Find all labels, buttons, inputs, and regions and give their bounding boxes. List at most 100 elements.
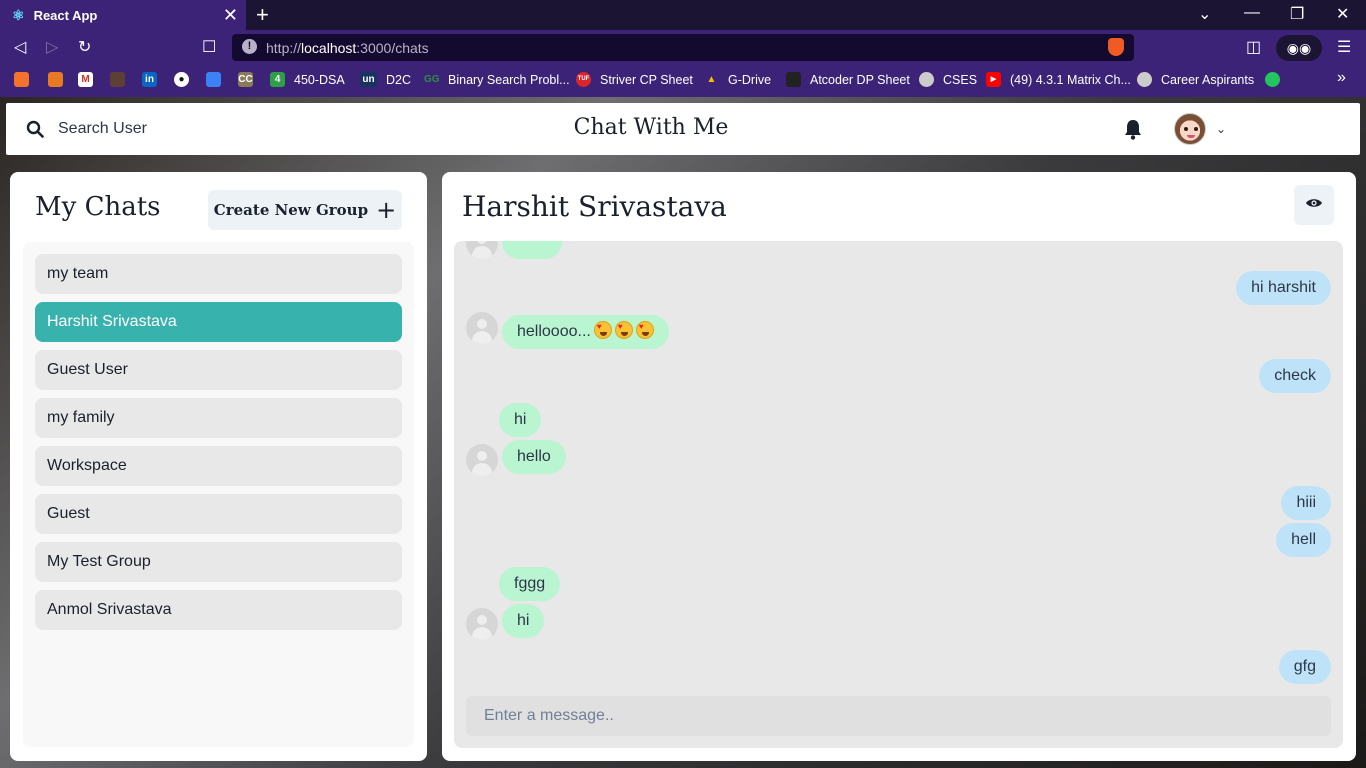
eye-icon — [1305, 196, 1323, 214]
linkedin-icon: in — [142, 72, 157, 87]
brave-news-icon — [14, 72, 29, 87]
bookmark-icon[interactable]: ☐ — [202, 37, 216, 57]
brave-shields-icon[interactable] — [1108, 38, 1124, 56]
chat-list-item[interactable]: My Test Group — [35, 542, 402, 582]
bookmark-item[interactable]: TUF Striver CP Sheet — [576, 72, 693, 87]
message-bubble-incoming: hi — [499, 403, 542, 437]
youtube-icon: ▶ — [986, 72, 1001, 87]
react-icon: ⚛ — [12, 6, 25, 23]
new-tab-icon[interactable]: + — [256, 2, 269, 28]
address-bar[interactable]: ! http://localhost:3000/chats — [232, 34, 1134, 61]
chat-list: my team Harshit Srivastava Guest User my… — [23, 242, 414, 747]
app-header: Search User Chat With Me ⌄ — [6, 103, 1360, 155]
browser-tab[interactable]: ⚛ React App ✕ — [0, 0, 246, 30]
dsa-icon — [48, 72, 63, 87]
app-title: Chat With Me — [573, 115, 729, 140]
star-struck-emoji-icon — [614, 321, 633, 339]
close-tab-icon[interactable]: ✕ — [223, 5, 238, 26]
app-page: Search User Chat With Me ⌄ My Chats Crea… — [0, 97, 1366, 768]
chat-list-item[interactable]: Workspace — [35, 446, 402, 486]
sender-avatar — [466, 444, 498, 476]
sheet-icon: 4 — [270, 72, 285, 87]
my-chats-title: My Chats — [35, 192, 161, 222]
bookmark-item[interactable]: in — [142, 72, 157, 87]
bookmark-label: Atcoder DP Sheet — [810, 72, 910, 87]
message-bubble-outgoing: hi harshit — [1236, 271, 1331, 305]
message-text: helloooo... — [517, 323, 591, 340]
bookmark-label: (49) 4.3.1 Matrix Ch... — [1010, 72, 1131, 87]
bookmark-label: Career Aspirants — [1161, 72, 1255, 87]
message-bubble-incoming: fggg — [499, 567, 561, 601]
sidebar-icon[interactable]: ◫ — [1246, 37, 1261, 57]
bookmark-label: D2C — [386, 72, 412, 87]
bookmark-item[interactable] — [110, 72, 125, 87]
bookmark-item[interactable]: Career Aspirants — [1137, 72, 1254, 87]
bookmarks-bar: M in ● CC 4 450-DSA un D2C GG Binary Search… — [0, 65, 1366, 97]
chat-list-item[interactable]: Anmol Srivastava — [35, 590, 402, 630]
forward-icon[interactable]: ▷ — [46, 37, 58, 57]
wallet-icon[interactable]: ◉◉ — [1276, 35, 1322, 61]
chat-list-item[interactable]: Guest User — [35, 350, 402, 390]
tab-search-chevron-icon[interactable]: ⌄ — [1198, 4, 1211, 24]
chat-list-item[interactable]: my family — [35, 398, 402, 438]
back-icon[interactable]: ◁ — [14, 37, 26, 57]
notification-bell-icon[interactable] — [1123, 119, 1143, 145]
bookmark-item[interactable] — [48, 72, 63, 87]
bookmark-item[interactable] — [14, 72, 29, 87]
message-bubble-incoming: helloooo... — [502, 315, 669, 349]
more-bookmarks-icon[interactable]: » — [1337, 69, 1346, 87]
star-struck-emoji-icon — [593, 321, 612, 339]
reload-icon[interactable]: ↻ — [78, 37, 91, 57]
bookmark-item[interactable]: ▶ (49) 4.3.1 Matrix Ch... — [986, 72, 1131, 87]
message-bubble-incoming — [502, 241, 562, 259]
url-host: localhost — [301, 39, 357, 56]
create-new-group-label: Create New Group — [213, 201, 369, 219]
message-bubble-outgoing: hell — [1276, 523, 1331, 557]
bookmark-label: G-Drive — [728, 72, 772, 87]
bookmark-label: CSES — [943, 72, 978, 87]
conversation-title: Harshit Srivastava — [462, 190, 727, 223]
bookmark-item[interactable]: GG Binary Search Probl... — [424, 72, 570, 87]
minimize-icon[interactable]: — — [1244, 4, 1260, 22]
site-info-icon[interactable]: ! — [242, 39, 257, 54]
browser-toolbar: ◁ ▷ ↻ ☐ ! http://localhost:3000/chats ◫ … — [0, 30, 1366, 65]
globe-icon — [1137, 72, 1152, 87]
bookmark-item[interactable] — [206, 72, 221, 87]
sender-avatar — [466, 608, 498, 640]
bookmark-item[interactable]: CC — [238, 72, 253, 87]
chat-list-item[interactable]: Guest — [35, 494, 402, 534]
url-path: :3000/chats — [356, 39, 429, 56]
bookmark-item[interactable] — [1265, 72, 1280, 87]
unstop-icon: un — [360, 72, 377, 87]
view-profile-button[interactable] — [1294, 185, 1334, 225]
create-new-group-button[interactable]: Create New Group + — [208, 190, 402, 230]
restore-icon[interactable]: ❐ — [1290, 4, 1304, 24]
bookmark-item[interactable]: M — [78, 72, 93, 87]
cc-icon: CC — [238, 72, 253, 87]
menu-icon[interactable]: ☰ — [1337, 37, 1351, 57]
message-input[interactable] — [466, 696, 1331, 736]
conversation-panel: Harshit Srivastava hi harshit helloooo..… — [442, 172, 1356, 761]
plus-icon: + — [376, 196, 397, 224]
bookmark-label: 450-DSA — [294, 72, 345, 87]
bookmark-label: Striver CP Sheet — [600, 72, 693, 87]
chat-list-item[interactable]: my team — [35, 254, 402, 294]
message-bubble-outgoing: check — [1259, 359, 1331, 393]
profile-menu-button[interactable]: ⌄ — [1174, 113, 1226, 145]
message-bubble-outgoing: gfg — [1278, 650, 1331, 684]
globe-icon — [919, 72, 934, 87]
bookmark-item[interactable]: ▲ G-Drive — [704, 72, 772, 87]
chat-app-icon — [1265, 72, 1280, 87]
bookmark-label: Binary Search Probl... — [448, 72, 570, 87]
close-window-icon[interactable]: ✕ — [1336, 4, 1349, 24]
bookmark-item[interactable]: CSES — [919, 72, 977, 87]
messages-area: hi harshit helloooo... check hi hello hi… — [454, 241, 1343, 748]
bookmark-item[interactable]: ● — [174, 72, 189, 87]
chevron-down-icon: ⌄ — [1216, 122, 1227, 136]
bookmark-item[interactable]: 4 450-DSA — [270, 72, 345, 87]
chat-list-item-active[interactable]: Harshit Srivastava — [35, 302, 402, 342]
avatar — [1174, 113, 1206, 145]
bookmark-item[interactable]: Atcoder DP Sheet — [786, 72, 910, 87]
message-bubble-incoming: hello — [502, 440, 566, 474]
bookmark-item[interactable]: un D2C — [360, 72, 411, 87]
